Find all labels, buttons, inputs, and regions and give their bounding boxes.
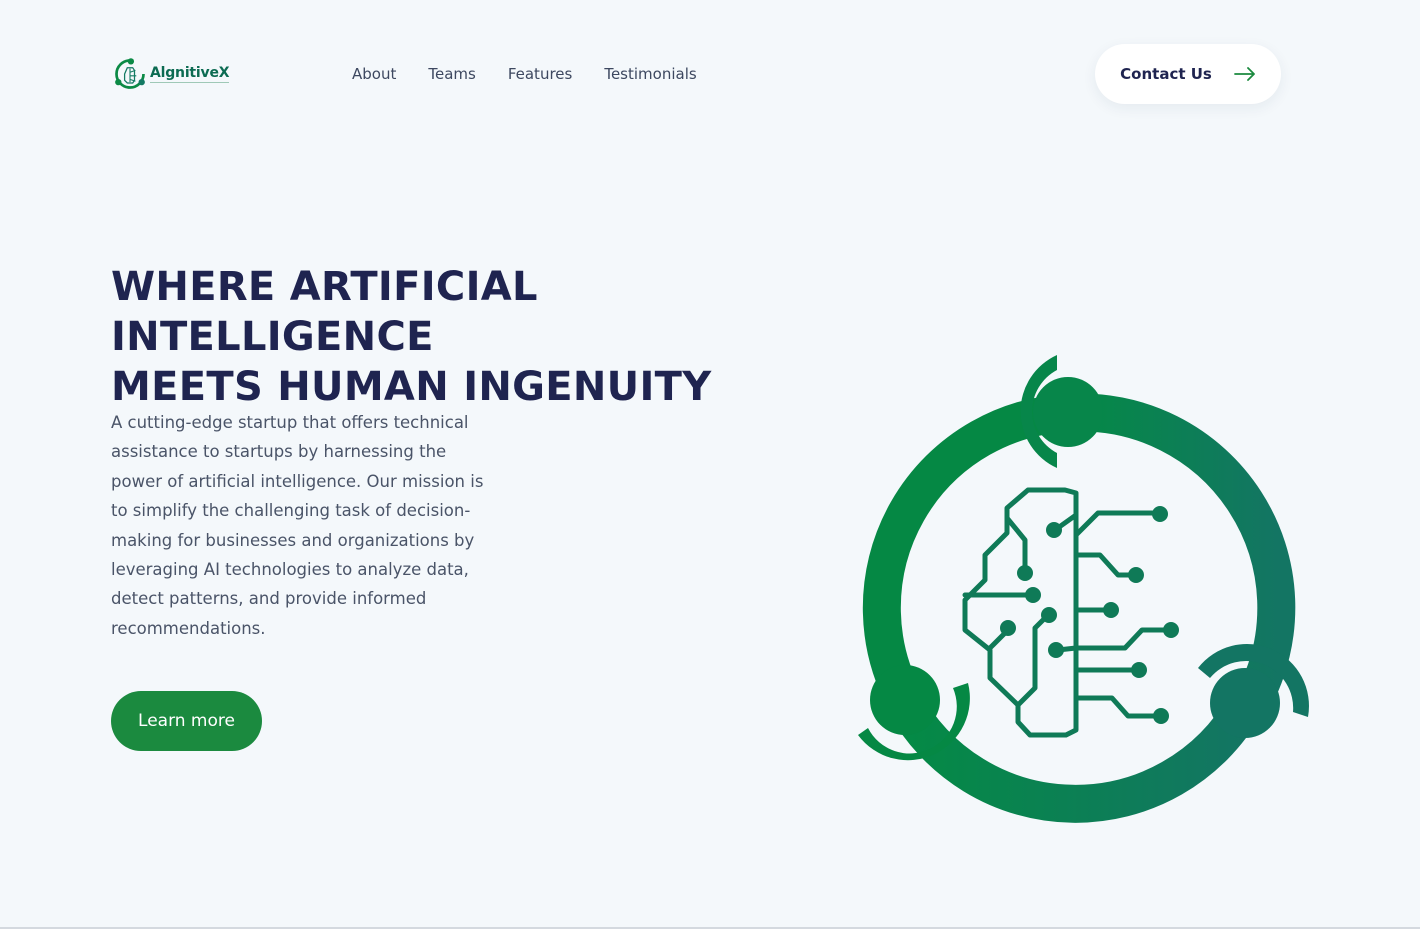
hero-description: A cutting-edge startup that offers techn…	[111, 413, 484, 638]
hero-title: WHERE ARTIFICIAL INTELLIGENCE MEETS HUMA…	[111, 262, 811, 412]
hero-title-line-1: WHERE ARTIFICIAL INTELLIGENCE	[111, 264, 538, 360]
contact-us-label: Contact Us	[1120, 65, 1212, 83]
arrow-right-icon	[1233, 67, 1255, 81]
contact-us-button[interactable]: Contact Us	[1095, 44, 1281, 104]
brain-logo-icon	[115, 58, 145, 89]
nav-link-teams[interactable]: Teams	[428, 64, 475, 84]
nav-link-testimonials[interactable]: Testimonials	[604, 64, 696, 84]
hero-title-line-2: MEETS HUMAN INGENUITY	[111, 364, 712, 410]
learn-more-button[interactable]: Learn more	[111, 691, 262, 751]
nav-link-features[interactable]: Features	[508, 64, 573, 84]
main-nav: About Teams Features Testimonials	[352, 64, 697, 84]
brand-name: AlgnitiveX	[150, 65, 230, 83]
brand-logo[interactable]: AlgnitiveX	[112, 56, 230, 92]
ai-brain-circuit-icon	[858, 355, 1309, 823]
nav-link-about[interactable]: About	[352, 64, 396, 84]
